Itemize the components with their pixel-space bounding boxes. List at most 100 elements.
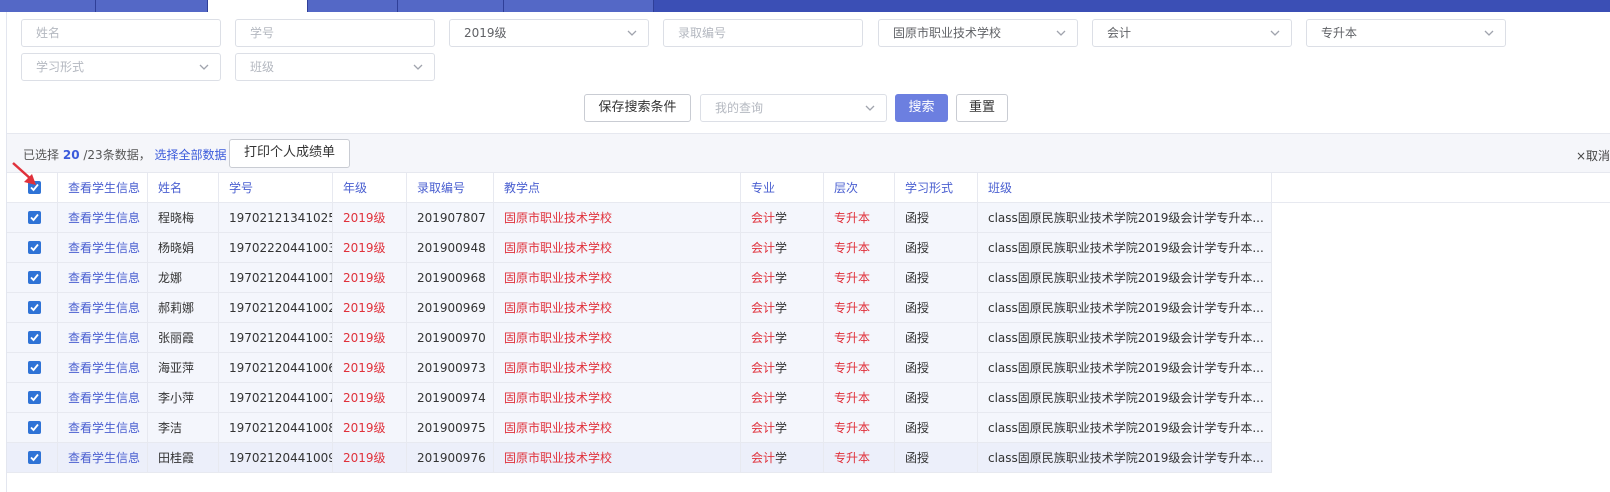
student-name: 程晓梅: [158, 211, 195, 225]
class-value: class固原民族职业技术学院2019级会计学专升本...: [988, 421, 1264, 435]
student-id-cell: 19702121341025: [219, 203, 333, 233]
level-value: 专升本: [834, 211, 871, 225]
view-student-info-link[interactable]: 查看学生信息: [68, 211, 140, 225]
admission-no: 201900976: [417, 451, 486, 465]
tab-5[interactable]: [398, 0, 504, 12]
class-value: class固原民族职业技术学院2019级会计学专升本...: [988, 331, 1264, 345]
save-search-button[interactable]: 保存搜索条件: [584, 94, 691, 122]
table-row[interactable]: 查看学生信息 龙娜 19702120441001 2019级 201900968 固原市职…: [7, 263, 1272, 293]
table-row[interactable]: 查看学生信息 田桂霞 19702120441009 2019级 201900976 固原市…: [7, 443, 1272, 473]
tab-1[interactable]: [0, 0, 96, 12]
major-select[interactable]: 会计: [1092, 19, 1292, 47]
level-cell: 专升本: [824, 293, 895, 323]
table-row[interactable]: 查看学生信息 李小萍 19702120441007 2019级 201900974 固原市…: [7, 383, 1272, 413]
school-cell: 固原市职业技术学校: [494, 443, 741, 473]
study-form-select[interactable]: 学习形式: [21, 53, 221, 81]
major-cell: 会计学: [741, 293, 824, 323]
student-name: 李小萍: [158, 391, 195, 405]
view-student-info-link[interactable]: 查看学生信息: [68, 301, 140, 315]
table-row[interactable]: 查看学生信息 杨晓娟 19702220441003 2019级 201900948 固原市…: [7, 233, 1272, 263]
table-row[interactable]: 查看学生信息 张丽霞 19702120441003 2019级 201900970 固原市…: [7, 323, 1272, 353]
school-select[interactable]: 固原市职业技术学校: [878, 19, 1078, 47]
column-header[interactable]: 年级: [333, 173, 407, 203]
student-id: 19702120441003: [229, 331, 333, 345]
school-value: 固原市职业技术学校: [504, 301, 613, 315]
row-checkbox[interactable]: [28, 241, 41, 254]
school-cell: 固原市职业技术学校: [494, 203, 741, 233]
school-value: 固原市职业技术学校: [504, 331, 613, 345]
admission-no: 201900948: [417, 241, 486, 255]
column-header[interactable]: 层次: [824, 173, 895, 203]
my-query-select[interactable]: 我的查询: [700, 94, 887, 122]
table-row[interactable]: 查看学生信息 程晓梅 19702121341025 2019级 201907807 固原市…: [7, 203, 1272, 233]
grade-cell: 2019级: [333, 443, 407, 473]
row-checkbox[interactable]: [28, 211, 41, 224]
admission-no-cell: 201900970: [407, 323, 494, 353]
select-all-link[interactable]: 选择全部数据: [155, 148, 227, 162]
view-student-info-link[interactable]: 查看学生信息: [68, 271, 140, 285]
row-checkbox[interactable]: [28, 361, 41, 374]
row-checkbox[interactable]: [28, 271, 41, 284]
view-student-info-link[interactable]: 查看学生信息: [68, 451, 140, 465]
row-checkbox[interactable]: [28, 301, 41, 314]
selection-count: 20: [62, 148, 80, 162]
school-cell: 固原市职业技术学校: [494, 293, 741, 323]
view-student-info-link[interactable]: 查看学生信息: [68, 361, 140, 375]
student-id-cell: 19702120441007: [219, 383, 333, 413]
student-name: 田桂霞: [158, 451, 195, 465]
grade-select[interactable]: 2019级: [449, 19, 649, 47]
grade-cell: 2019级: [333, 233, 407, 263]
print-transcript-button[interactable]: 打印个人成绩单: [229, 139, 350, 168]
reset-button[interactable]: 重置: [956, 94, 1008, 122]
row-checkbox[interactable]: [28, 451, 41, 464]
class-cell: class固原民族职业技术学院2019级会计学专升本...: [978, 203, 1272, 233]
column-header[interactable]: 录取编号: [407, 173, 494, 203]
view-student-info-link[interactable]: 查看学生信息: [68, 421, 140, 435]
admission-no-cell: 201900968: [407, 263, 494, 293]
major-cell: 会计学: [741, 323, 824, 353]
row-checkbox[interactable]: [28, 331, 41, 344]
view-student-info-link[interactable]: 查看学生信息: [68, 391, 140, 405]
row-select-cell: [7, 233, 58, 263]
level-select[interactable]: 专升本: [1306, 19, 1506, 47]
major-rest: 学: [775, 271, 788, 285]
level-cell: 专升本: [824, 203, 895, 233]
student-id-cell: 19702220441003: [219, 233, 333, 263]
view-info-cell: 查看学生信息: [58, 233, 148, 263]
view-student-info-link[interactable]: 查看学生信息: [68, 331, 140, 345]
name-input[interactable]: 姓名: [21, 19, 221, 47]
tab-2[interactable]: [96, 0, 208, 12]
tab-6[interactable]: [504, 0, 654, 12]
school-cell: 固原市职业技术学校: [494, 263, 741, 293]
table-row[interactable]: 查看学生信息 李洁 19702120441008 2019级 201900975 固原市职…: [7, 413, 1272, 443]
class-cell: class固原民族职业技术学院2019级会计学专升本...: [978, 323, 1272, 353]
student-name: 郝莉娜: [158, 301, 195, 315]
tab-4[interactable]: [308, 0, 398, 12]
table-row[interactable]: 查看学生信息 郝莉娜 19702120441002 2019级 201900969 固原市…: [7, 293, 1272, 323]
study-form-placeholder: 学习形式: [36, 60, 85, 74]
column-header[interactable]: 姓名: [148, 173, 219, 203]
row-checkbox[interactable]: [28, 391, 41, 404]
column-header[interactable]: 学习形式: [895, 173, 978, 203]
search-button[interactable]: 搜索: [895, 94, 948, 122]
chevron-down-icon: [627, 30, 637, 36]
view-info-cell: 查看学生信息: [58, 383, 148, 413]
student-id-cell: 19702120441002: [219, 293, 333, 323]
column-header[interactable]: 学号: [219, 173, 333, 203]
student-id: 19702120441002: [229, 301, 333, 315]
column-header[interactable]: 专业: [741, 173, 824, 203]
grade-select-value: 2019级: [464, 26, 507, 40]
column-header[interactable]: 教学点: [494, 173, 741, 203]
admission-no-input[interactable]: 录取编号: [663, 19, 863, 47]
chevron-down-icon: [1484, 30, 1494, 36]
table-row[interactable]: 查看学生信息 海亚萍 19702120441006 2019级 201900973 固原市…: [7, 353, 1272, 383]
column-header[interactable]: 查看学生信息: [58, 173, 148, 203]
cancel-selection-link[interactable]: ×取消: [1576, 147, 1610, 164]
student-id-input[interactable]: 学号: [235, 19, 435, 47]
tab-3[interactable]: [208, 0, 308, 12]
row-checkbox[interactable]: [28, 421, 41, 434]
column-header[interactable]: 班级: [978, 173, 1272, 203]
view-student-info-link[interactable]: 查看学生信息: [68, 241, 140, 255]
major-highlight: 会计: [751, 271, 776, 285]
class-select[interactable]: 班级: [235, 53, 435, 81]
